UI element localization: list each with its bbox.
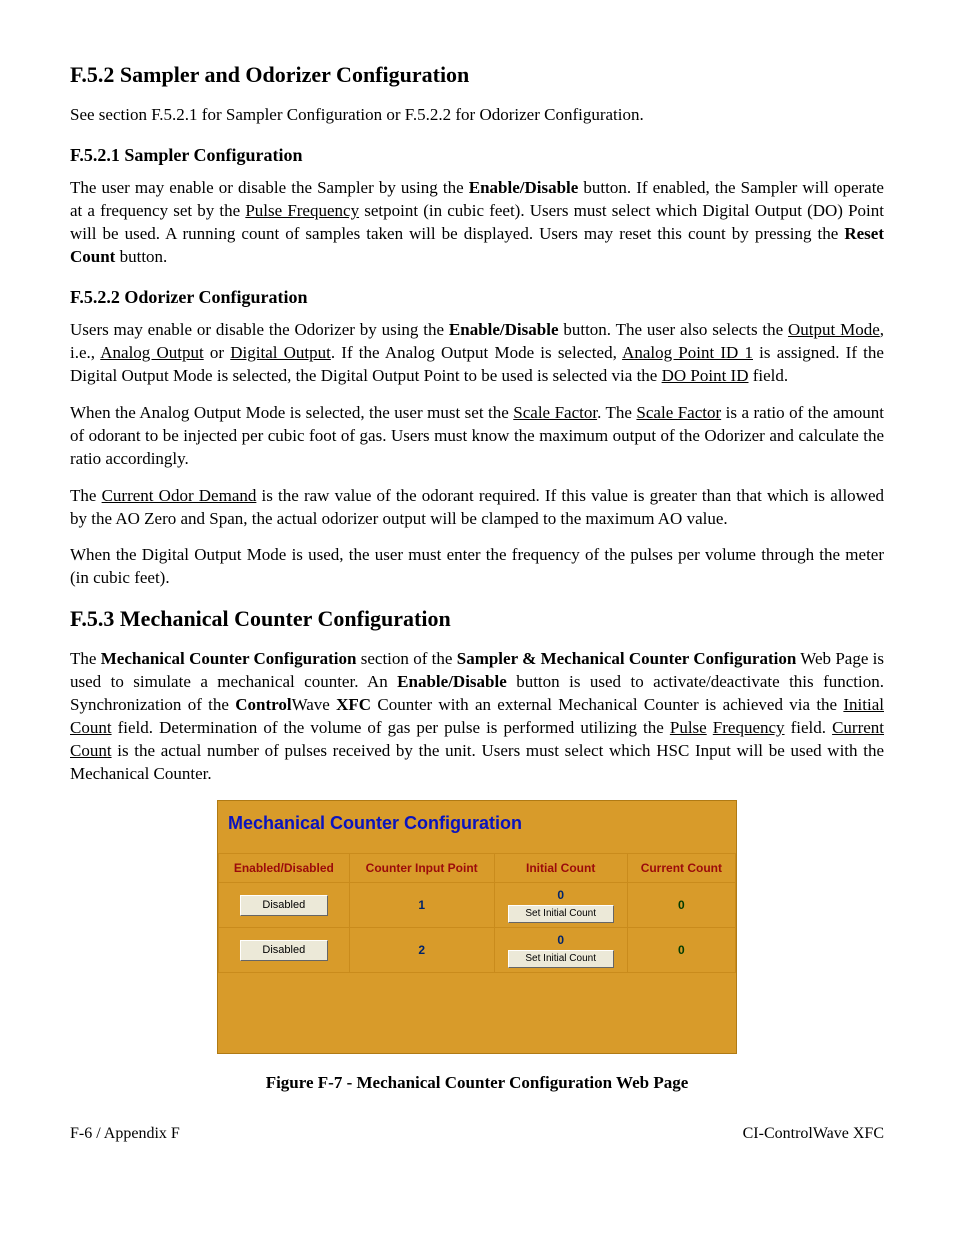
text: The: [70, 649, 101, 668]
text: section of the: [356, 649, 456, 668]
initial-count-value: 0: [557, 932, 564, 948]
col-header-initial: Initial Count: [494, 853, 627, 882]
enable-disable-button[interactable]: Disabled: [240, 940, 328, 961]
text-underline: Pulse Frequency: [245, 201, 359, 220]
text-underline: DO Point ID: [662, 366, 749, 385]
text: field.: [749, 366, 789, 385]
text: . If the Analog Output Mode is selected,: [331, 343, 622, 362]
text: button. The user also selects the: [559, 320, 789, 339]
para-f522-a: Users may enable or disable the Odorizer…: [70, 319, 884, 388]
current-count-value: 0: [627, 928, 735, 973]
col-header-enabled: Enabled/Disabled: [219, 853, 350, 882]
text-underline: Analog Point ID 1: [622, 343, 753, 362]
text: button.: [115, 247, 167, 266]
heading-f52: F.5.2 Sampler and Odorizer Configuration: [70, 60, 884, 90]
mcc-panel: Mechanical Counter Configuration Enabled…: [217, 800, 737, 1054]
counter-input-point-value: 1: [349, 883, 494, 928]
para-f522-c: The Current Odor Demand is the raw value…: [70, 485, 884, 531]
col-header-cip: Counter Input Point: [349, 853, 494, 882]
text: Wave: [292, 695, 337, 714]
enable-disable-button[interactable]: Disabled: [240, 895, 328, 916]
table-row: Disabled 2 0 Set Initial Count 0: [219, 928, 736, 973]
text: is the actual number of pulses received …: [70, 741, 884, 783]
figure-caption: Figure F-7 - Mechanical Counter Configur…: [70, 1072, 884, 1095]
text-underline: Frequency: [713, 718, 785, 737]
heading-f522: F.5.2.2 Odorizer Configuration: [70, 285, 884, 309]
initial-count-value: 0: [557, 887, 564, 903]
text: . The: [597, 403, 636, 422]
footer-left: F-6 / Appendix F: [70, 1123, 180, 1145]
table-row: Disabled 1 0 Set Initial Count 0: [219, 883, 736, 928]
text: field. Determination of the volume of ga…: [112, 718, 670, 737]
mcc-panel-title: Mechanical Counter Configuration: [218, 801, 736, 839]
text-underline: Current Odor Demand: [102, 486, 257, 505]
para-f522-b: When the Analog Output Mode is selected,…: [70, 402, 884, 471]
set-initial-count-button[interactable]: Set Initial Count: [508, 950, 614, 968]
footer-right: CI-ControlWave XFC: [743, 1123, 884, 1145]
text: The user may enable or disable the Sampl…: [70, 178, 469, 197]
text-bold: Enable/Disable: [449, 320, 559, 339]
text: or: [204, 343, 231, 362]
set-initial-count-button[interactable]: Set Initial Count: [508, 905, 614, 923]
para-f521: The user may enable or disable the Sampl…: [70, 177, 884, 269]
text-underline: Scale Factor: [636, 403, 721, 422]
text: field.: [785, 718, 833, 737]
panel-filler: [218, 973, 736, 1053]
text-bold: Sampler & Mechanical Counter Configurati…: [457, 649, 797, 668]
para-f53: The Mechanical Counter Configuration sec…: [70, 648, 884, 786]
text: The: [70, 486, 102, 505]
text: When the Analog Output Mode is selected,…: [70, 403, 513, 422]
text-bold: XFC: [336, 695, 371, 714]
text-bold: Control: [235, 695, 291, 714]
text-underline: Analog Output: [100, 343, 203, 362]
para-f52-intro: See section F.5.2.1 for Sampler Configur…: [70, 104, 884, 127]
text-underline: Output Mode: [788, 320, 880, 339]
col-header-current: Current Count: [627, 853, 735, 882]
page-footer: F-6 / Appendix F CI-ControlWave XFC: [70, 1123, 884, 1145]
text-underline: Pulse: [670, 718, 707, 737]
text: Counter with an external Mechanical Coun…: [371, 695, 843, 714]
text-underline: Digital Output: [230, 343, 331, 362]
mcc-table: Enabled/Disabled Counter Input Point Ini…: [218, 853, 736, 973]
counter-input-point-value: 2: [349, 928, 494, 973]
text: Users may enable or disable the Odorizer…: [70, 320, 449, 339]
text-underline: Scale Factor: [513, 403, 597, 422]
current-count-value: 0: [627, 883, 735, 928]
heading-f521: F.5.2.1 Sampler Configuration: [70, 143, 884, 167]
text-bold: Mechanical Counter Configuration: [101, 649, 357, 668]
para-f522-d: When the Digital Output Mode is used, th…: [70, 544, 884, 590]
heading-f53: F.5.3 Mechanical Counter Configuration: [70, 604, 884, 634]
text-bold: Enable/Disable: [397, 672, 507, 691]
text-bold: Enable/Disable: [469, 178, 579, 197]
